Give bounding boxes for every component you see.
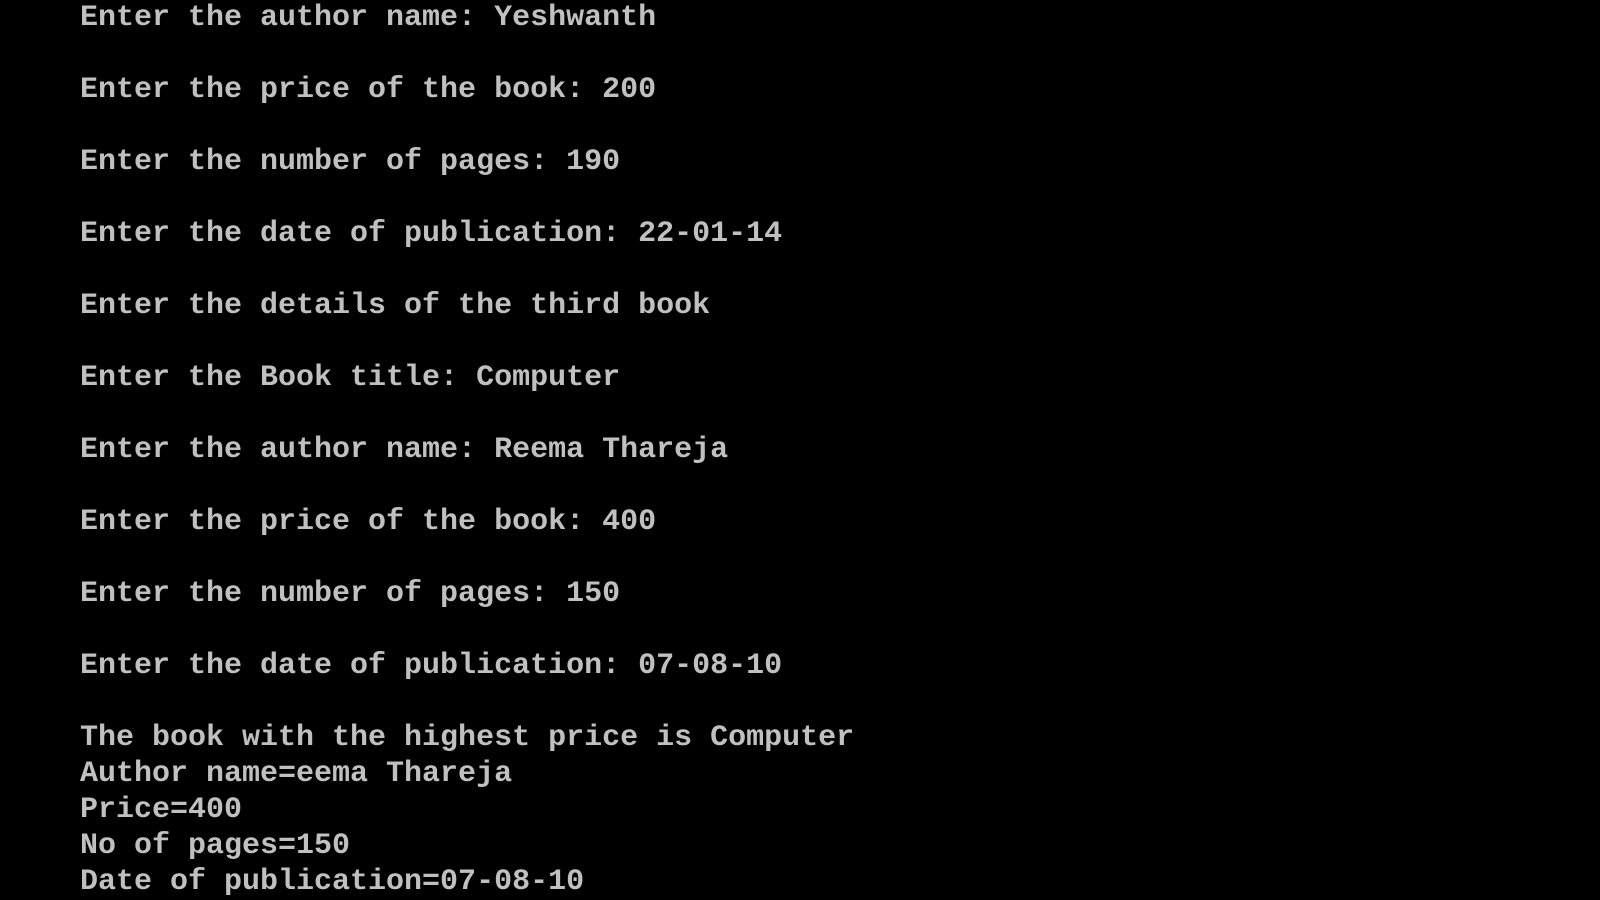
console-line: Price=400 — [80, 793, 243, 827]
console-line: No of pages=150 — [80, 829, 351, 863]
console-line: Date of publication=07-08-10 — [80, 865, 585, 899]
console-line: The book with the highest price is Compu… — [80, 721, 855, 755]
console-line: Enter the author name: Yeshwanth — [80, 1, 657, 35]
console-output: Enter the author name: Yeshwanth Enter th… — [80, 0, 854, 900]
console-line: Enter the price of the book: 200 — [80, 73, 657, 107]
console-line: Enter the details of the third book — [80, 289, 711, 323]
console-line: Enter the date of publication: 22-01-14 — [80, 217, 783, 251]
console-line: Enter the number of pages: 150 — [80, 577, 621, 611]
console-line: Enter the author name: Reema Thareja — [80, 433, 729, 467]
console-line: Enter the Book title: Computer — [80, 361, 621, 395]
console-line: Enter the date of publication: 07-08-10 — [80, 649, 783, 683]
console-line: Enter the number of pages: 190 — [80, 145, 621, 179]
console-line: Enter the price of the book: 400 — [80, 505, 657, 539]
console-line: Author name=eema Thareja — [80, 757, 513, 791]
